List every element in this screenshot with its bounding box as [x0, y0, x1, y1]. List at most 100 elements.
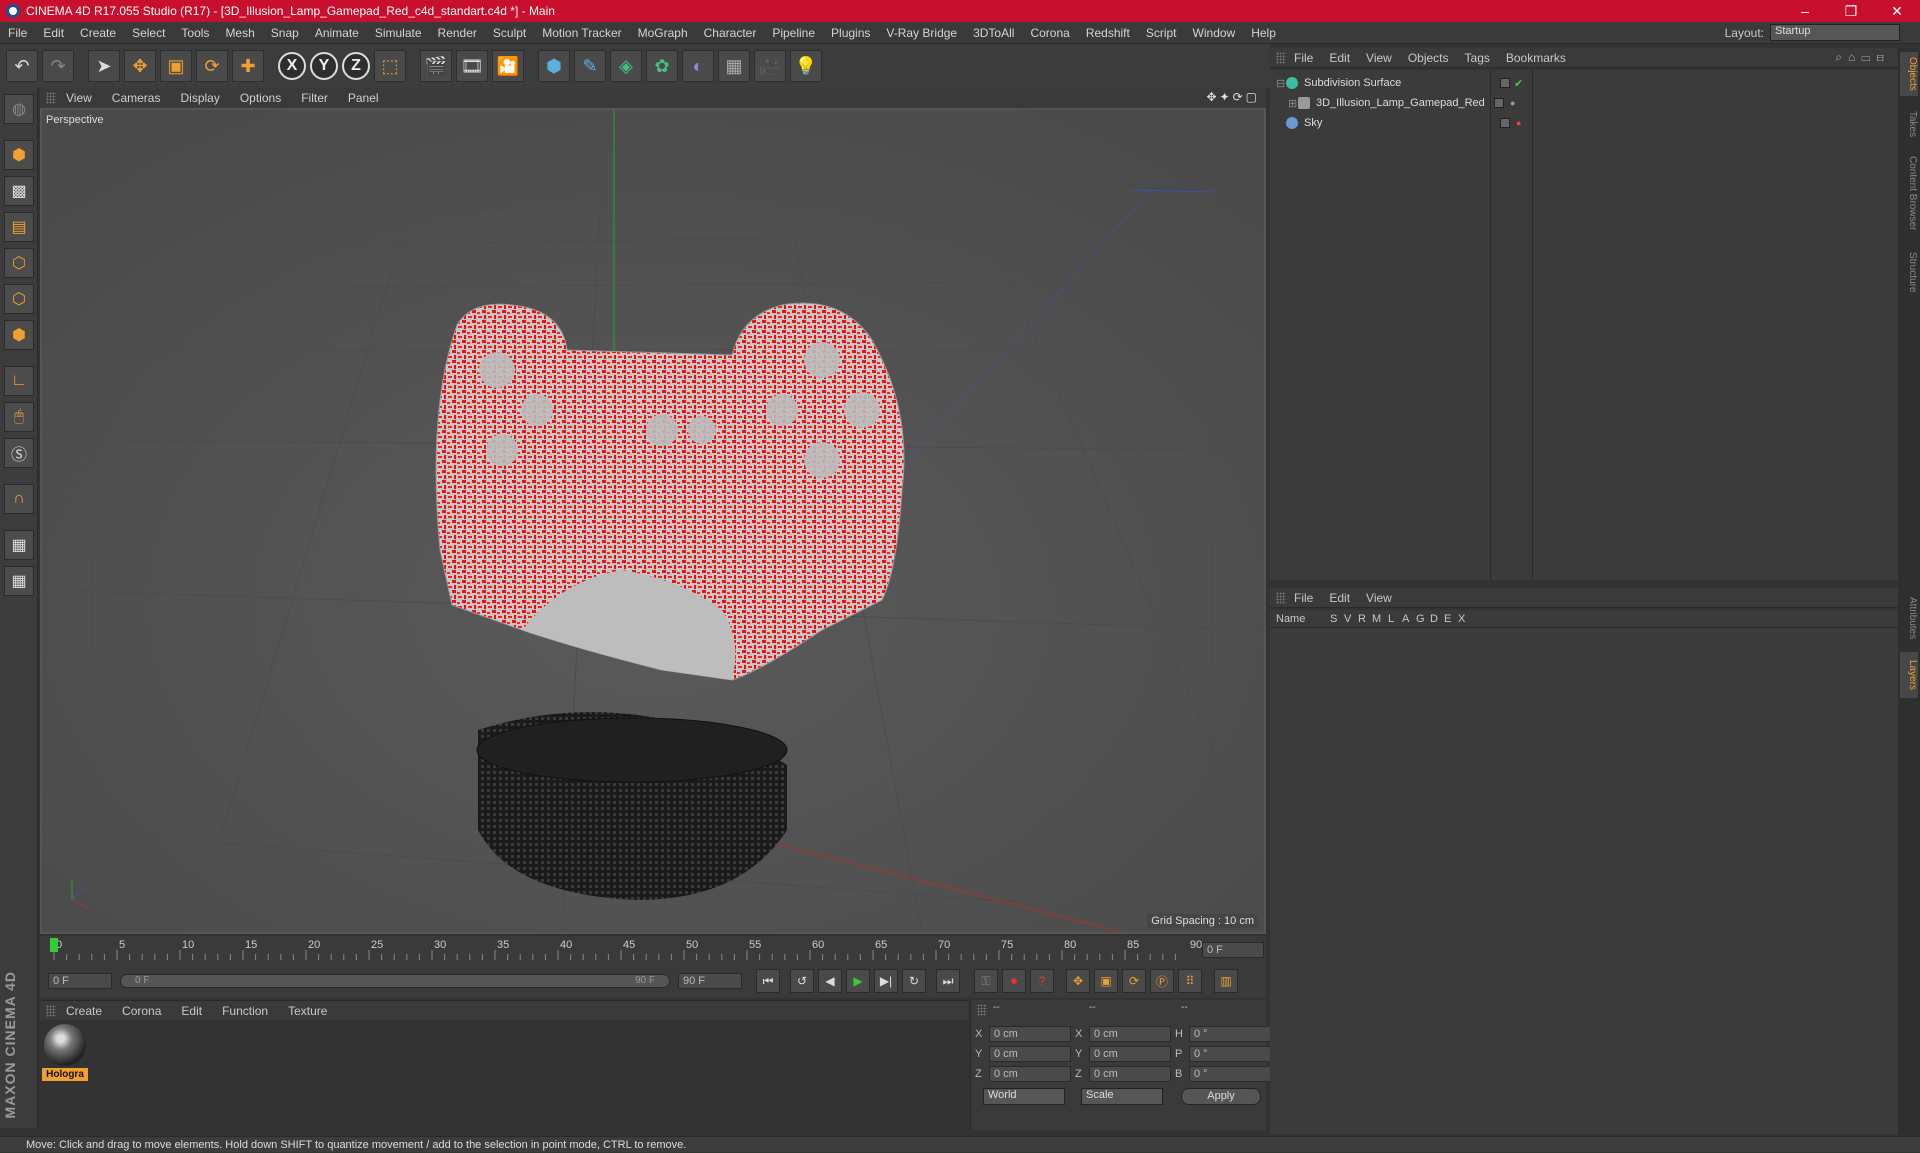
undo-button[interactable]: ↶ — [6, 50, 38, 82]
key-position-button[interactable]: ✥ — [1066, 969, 1090, 993]
om-menu-bookmarks[interactable]: Bookmarks — [1498, 51, 1574, 65]
om-search-home-icons[interactable]: ⌕⌂▭⊟ — [1835, 50, 1890, 65]
om-menu-objects[interactable]: Objects — [1400, 51, 1457, 65]
subdivision-surface-button[interactable]: ◈ — [610, 50, 642, 82]
select-tool-button[interactable]: ➤ — [88, 50, 120, 82]
coordinate-mode-dropdown[interactable]: World — [983, 1088, 1065, 1105]
viewport-menu-display[interactable]: Display — [170, 91, 229, 105]
layer-col-view[interactable]: V — [1344, 613, 1358, 625]
viewport-menu-view[interactable]: View — [56, 91, 102, 105]
magnet-button[interactable]: ∩ — [4, 484, 34, 514]
y-axis-lock-button[interactable]: Y — [310, 52, 338, 80]
render-dot-icon[interactable]: ● — [1516, 118, 1521, 128]
layer-col-generators[interactable]: G — [1416, 613, 1430, 625]
key-scale-button[interactable]: ▣ — [1094, 969, 1118, 993]
floor-button[interactable]: ▦ — [718, 50, 750, 82]
layer-col-deformers[interactable]: D — [1430, 613, 1444, 625]
edges-mode-button[interactable]: ⬡ — [4, 284, 34, 314]
menu-animate[interactable]: Animate — [307, 26, 367, 40]
lm-menu-file[interactable]: File — [1286, 591, 1321, 605]
object-row[interactable]: ⊞ 3D_Illusion_Lamp_Gamepad_Red ● — [1288, 94, 1908, 112]
layer-col-manager[interactable]: M — [1372, 613, 1388, 625]
workplane-mode-button[interactable]: ▤ — [4, 212, 34, 242]
previous-frame-button[interactable]: ◀ — [818, 969, 842, 993]
om-menu-view[interactable]: View — [1358, 51, 1400, 65]
menu-vray-bridge[interactable]: V-Ray Bridge — [878, 26, 965, 40]
tab-layers[interactable]: Layers — [1900, 652, 1918, 698]
z-axis-lock-button[interactable]: Z — [342, 52, 370, 80]
timeline-start-field[interactable]: 0 F — [48, 973, 112, 989]
menu-create[interactable]: Create — [72, 26, 124, 40]
layer-col-xref[interactable]: X — [1458, 613, 1472, 625]
cube-primitive-button[interactable]: ⬢ — [538, 50, 570, 82]
layer-col-expressions[interactable]: E — [1444, 613, 1458, 625]
perspective-viewport[interactable]: Perspective Grid Spacing: 10 cm — [40, 108, 1266, 934]
viewport-menu-panel[interactable]: Panel — [338, 91, 389, 105]
menu-window[interactable]: Window — [1185, 26, 1244, 40]
layer-col-locked[interactable]: L — [1388, 613, 1402, 625]
light-button[interactable]: 💡 — [790, 50, 822, 82]
camera-button[interactable]: 🎥 — [754, 50, 786, 82]
menu-edit[interactable]: Edit — [35, 26, 72, 40]
points-mode-button[interactable]: ⬡ — [4, 248, 34, 278]
menu-snap[interactable]: Snap — [263, 26, 307, 40]
tab-attributes[interactable]: Attributes — [1900, 588, 1918, 648]
tab-structure[interactable]: Structure — [1900, 244, 1918, 300]
size-mode-dropdown[interactable]: Scale — [1081, 1088, 1163, 1105]
menu-mograph[interactable]: MoGraph — [630, 26, 696, 40]
expand-icon[interactable]: ⊟ — [1276, 77, 1286, 90]
object-row[interactable]: Sky ● — [1276, 114, 1896, 132]
mograph-cloner-button[interactable]: ✿ — [646, 50, 678, 82]
menu-script[interactable]: Script — [1138, 26, 1185, 40]
material-menu-corona[interactable]: Corona — [112, 1004, 171, 1018]
redo-button[interactable]: ↷ — [42, 50, 74, 82]
editor-visibility-toggle[interactable] — [1500, 118, 1510, 128]
model-mode-button[interactable]: ⬢ — [4, 140, 34, 170]
maximize-button[interactable]: ❐ — [1828, 0, 1874, 22]
rot-b-field[interactable]: 0 ° — [1189, 1066, 1271, 1082]
object-row[interactable]: ⊟ Subdivision Surface ✔ — [1276, 74, 1896, 92]
rot-h-field[interactable]: 0 ° — [1189, 1026, 1271, 1042]
close-button[interactable]: ✕ — [1874, 0, 1920, 22]
material-item[interactable]: Hologra — [40, 1020, 90, 1084]
menu-corona[interactable]: Corona — [1022, 26, 1077, 40]
menu-tools[interactable]: Tools — [173, 26, 217, 40]
material-menu-texture[interactable]: Texture — [278, 1004, 337, 1018]
menu-3dtoall[interactable]: 3DToAll — [965, 26, 1022, 40]
axis-mode-button[interactable]: ∟ — [4, 366, 34, 396]
om-menu-tags[interactable]: Tags — [1457, 51, 1498, 65]
make-editable-button[interactable]: ◍ — [4, 94, 34, 124]
enabled-check-icon[interactable]: ✔ — [1514, 77, 1523, 90]
menu-file[interactable]: File — [0, 26, 35, 40]
menu-simulate[interactable]: Simulate — [367, 26, 430, 40]
render-settings-button[interactable]: 🎦 — [492, 50, 524, 82]
tab-content-browser[interactable]: Content Browser — [1900, 148, 1918, 238]
previous-key-button[interactable]: ↺ — [790, 969, 814, 993]
timeline-window-button[interactable]: ▥ — [1214, 969, 1238, 993]
lm-menu-edit[interactable]: Edit — [1321, 591, 1358, 605]
pos-x-field[interactable]: 0 cm — [989, 1026, 1071, 1042]
layer-col-solo[interactable]: S — [1330, 613, 1344, 625]
snap-button[interactable]: Ⓢ — [4, 438, 34, 468]
menu-help[interactable]: Help — [1243, 26, 1284, 40]
editor-visibility-toggle[interactable] — [1494, 98, 1504, 108]
menu-character[interactable]: Character — [696, 26, 765, 40]
layer-col-name[interactable]: Name — [1270, 613, 1330, 625]
key-pla-button[interactable]: ⠿ — [1178, 969, 1202, 993]
timeline-ruler[interactable]: 0 5 10 15 20 25 30 35 40 45 50 55 60 65 70 75 80 85 90 0 F — [40, 936, 1266, 964]
playhead-marker[interactable] — [50, 938, 58, 952]
size-x-field[interactable]: 0 cm — [1089, 1026, 1171, 1042]
rotate-tool-button[interactable]: ⟳ — [196, 50, 228, 82]
menu-mesh[interactable]: Mesh — [217, 26, 262, 40]
editor-visibility-toggle[interactable] — [1500, 78, 1510, 88]
go-to-end-button[interactable]: ⏭ — [936, 969, 960, 993]
layer-col-animation[interactable]: A — [1402, 613, 1416, 625]
om-menu-file[interactable]: File — [1286, 51, 1321, 65]
apply-button[interactable]: Apply — [1181, 1088, 1261, 1105]
om-menu-edit[interactable]: Edit — [1321, 51, 1358, 65]
next-frame-button[interactable]: ▶| — [874, 969, 898, 993]
go-to-start-button[interactable]: ⏮ — [756, 969, 780, 993]
record-keys-button[interactable]: ⚿ — [974, 969, 998, 993]
timeline-end-field[interactable]: 90 F — [678, 973, 742, 989]
autokey-button[interactable]: ⏺ — [1002, 969, 1026, 993]
